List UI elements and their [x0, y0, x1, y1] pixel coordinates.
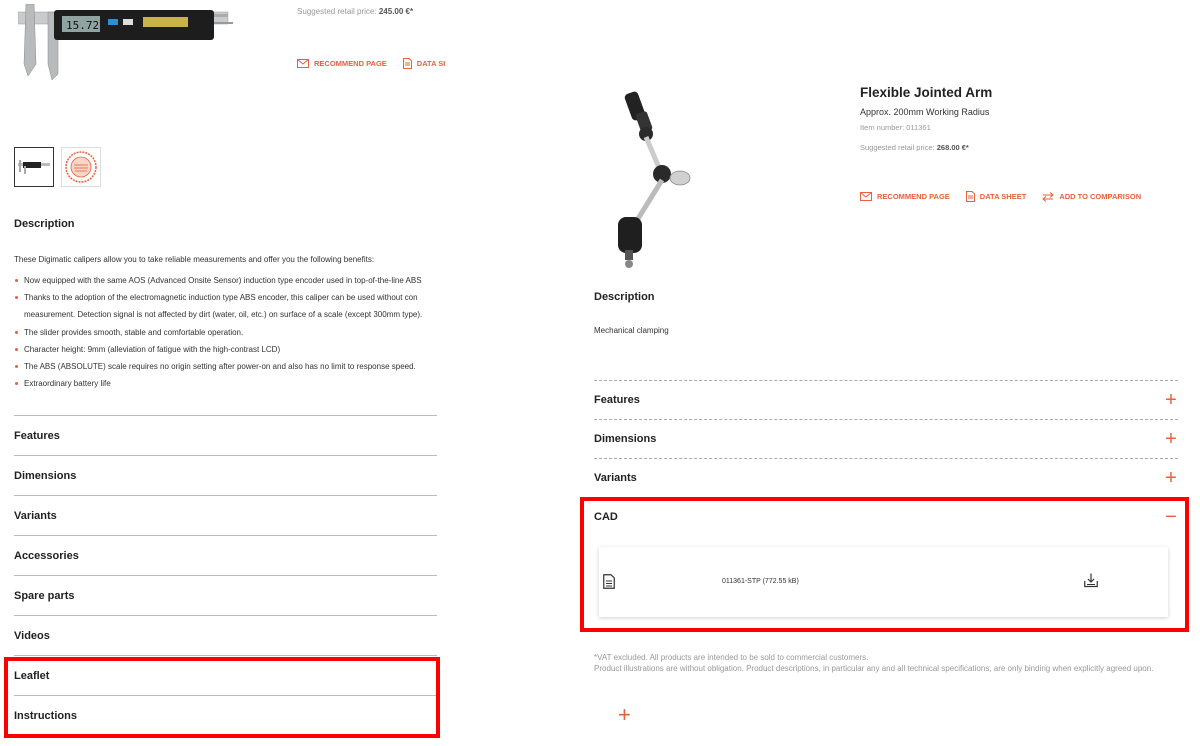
left-recommend-page-link[interactable]: RECOMMEND PAGE — [297, 58, 387, 69]
accordion-features[interactable]: Features — [14, 415, 437, 455]
cad-file-name: 011361-STP (772.55 kB) — [722, 578, 799, 585]
file-icon — [603, 574, 615, 589]
document-icon — [402, 58, 412, 69]
accordion-dimensions[interactable]: Dimensions + — [594, 419, 1178, 458]
right-accordion: Features + Dimensions + Variants + CAD − — [594, 380, 1178, 536]
left-benefits-list: Now equipped with the same AOS (Advanced… — [14, 272, 444, 392]
right-price: Suggested retail price: 268.00 €* — [860, 143, 969, 152]
accordion-spare-parts[interactable]: Spare parts — [14, 575, 437, 615]
right-description-text: Mechanical clamping — [594, 326, 669, 335]
left-description-title: Description — [14, 218, 75, 230]
accordion-videos[interactable]: Videos — [14, 615, 437, 655]
product-subtitle: Approx. 200mm Working Radius — [860, 107, 990, 117]
document-icon — [965, 191, 975, 202]
list-item: Character height: 9mm (alleviation of fa… — [14, 341, 444, 358]
right-action-bar: RECOMMEND PAGE DATA SHEET ADD TO COMPARI… — [860, 191, 1141, 202]
flexible-arm-product-image — [618, 91, 691, 268]
accordion-label: Variants — [594, 472, 637, 484]
cad-file-card: 011361-STP (772.55 kB) — [599, 547, 1168, 617]
left-price: Suggested retail price: 245.00 €* — [297, 7, 414, 16]
list-item: Extraordinary battery life — [14, 375, 444, 392]
list-item: Thanks to the adoption of the electromag… — [14, 289, 444, 306]
left-product-panel: 15.72 Suggested retail price: 245.00 €* … — [0, 0, 445, 746]
compare-arrows-icon — [1042, 191, 1055, 202]
list-item-continuation: measurement. Detection signal is not aff… — [24, 310, 423, 320]
left-data-sheet-link[interactable]: DATA SI — [402, 58, 445, 69]
left-action-bar: RECOMMEND PAGE DATA SI — [297, 58, 445, 69]
product-title: Flexible Jointed Arm — [860, 85, 993, 100]
item-number: Item number: 011361 — [860, 123, 931, 132]
list-item: The ABS (ABSOLUTE) scale requires no ori… — [14, 358, 444, 375]
thumbnail-certificate[interactable] — [61, 147, 101, 187]
accordion-cad[interactable]: CAD − — [594, 497, 1178, 536]
accordion-label: CAD — [594, 511, 618, 523]
accordion-variants[interactable]: Variants — [14, 495, 437, 535]
caliper-thumbnail-image — [18, 160, 50, 174]
list-item: Now equipped with the same AOS (Advanced… — [14, 272, 444, 289]
plus-icon[interactable]: + — [1164, 468, 1178, 488]
data-sheet-link[interactable]: DATA SHEET — [965, 191, 1026, 202]
minus-icon[interactable]: − — [1164, 507, 1178, 527]
plus-icon[interactable]: + — [618, 704, 631, 726]
accordion-leaflet[interactable]: Leaflet — [14, 655, 437, 695]
caliper-product-image: 15.72 — [18, 4, 233, 81]
certificate-seal-image — [65, 151, 97, 183]
caliper-lcd-text: 15.72 — [66, 19, 99, 32]
list-item: The slider provides smooth, stable and c… — [14, 324, 444, 341]
thumbnail-caliper[interactable] — [14, 147, 54, 187]
vat-disclaimer: *VAT excluded. All products are intended… — [594, 653, 1154, 673]
accordion-label: Features — [594, 394, 640, 406]
left-description-intro: These Digimatic calipers allow you to ta… — [14, 255, 375, 264]
thumbnail-strip — [14, 147, 101, 187]
plus-icon[interactable]: + — [1164, 429, 1178, 449]
recommend-page-link[interactable]: RECOMMEND PAGE — [860, 191, 950, 202]
accordion-instructions[interactable]: Instructions — [14, 695, 437, 735]
mail-icon — [860, 192, 872, 201]
download-icon[interactable] — [1084, 573, 1098, 588]
left-accordion: Features Dimensions Variants Accessories… — [14, 415, 437, 735]
right-description-title: Description — [594, 291, 655, 303]
accordion-label: Dimensions — [594, 433, 657, 445]
plus-icon[interactable]: + — [1164, 390, 1178, 410]
accordion-dimensions[interactable]: Dimensions — [14, 455, 437, 495]
mail-icon — [297, 59, 309, 68]
add-to-comparison-link[interactable]: ADD TO COMPARISON — [1042, 191, 1141, 202]
accordion-variants[interactable]: Variants + — [594, 458, 1178, 497]
accordion-accessories[interactable]: Accessories — [14, 535, 437, 575]
accordion-features[interactable]: Features + — [594, 380, 1178, 419]
